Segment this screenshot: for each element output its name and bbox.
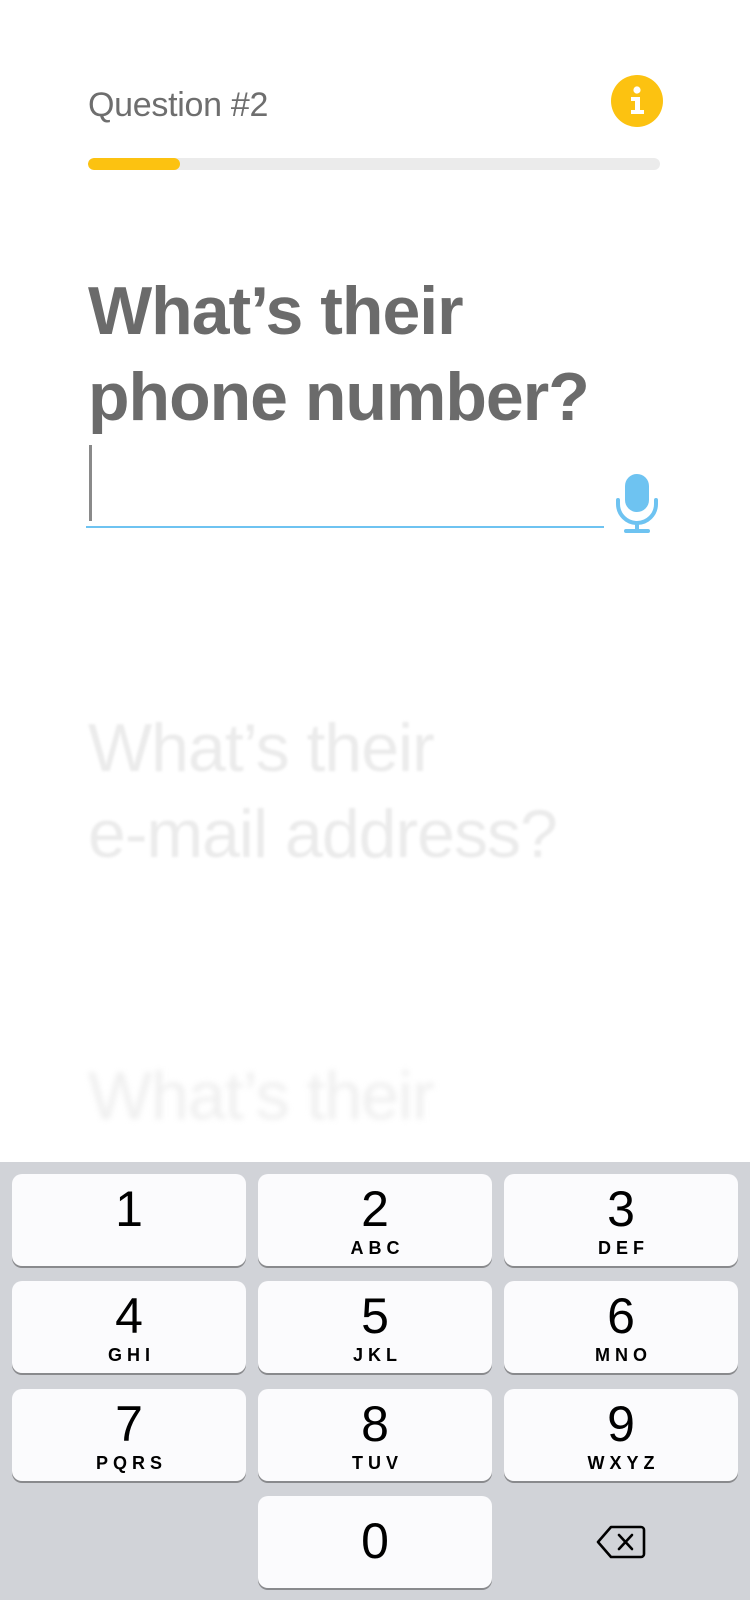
key-letters: ABC xyxy=(350,1238,405,1258)
key-letters: PQRS xyxy=(95,1453,167,1473)
key-digit: 8 xyxy=(361,1396,389,1452)
key-1[interactable]: 1 xyxy=(12,1174,246,1266)
key-digit: 9 xyxy=(607,1396,635,1452)
info-icon xyxy=(631,86,644,114)
key-3[interactable]: 3 DEF xyxy=(504,1174,738,1266)
phone-number-input[interactable] xyxy=(86,440,604,528)
current-question-line-1: What’s their xyxy=(88,273,464,349)
backspace-icon xyxy=(596,1525,646,1559)
next-question: What’s their e-mail address? xyxy=(88,705,688,877)
current-question: What’s their phone number? xyxy=(88,268,688,440)
key-4[interactable]: 4 GHI xyxy=(12,1281,246,1373)
key-letters: WXYZ xyxy=(587,1453,660,1473)
key-letters: MNO xyxy=(595,1345,652,1365)
key-letters: DEF xyxy=(598,1238,649,1258)
microphone-icon xyxy=(616,474,658,533)
key-letters: JKL xyxy=(352,1345,402,1365)
key-digit: 3 xyxy=(607,1181,635,1237)
next-question-line-1: What’s their xyxy=(88,710,435,786)
key-9[interactable]: 9 WXYZ xyxy=(504,1389,738,1481)
key-digit: 2 xyxy=(361,1181,389,1237)
microphone-button[interactable] xyxy=(614,472,660,534)
later-question: What’s their xyxy=(88,1053,688,1139)
key-2[interactable]: 2 ABC xyxy=(258,1174,492,1266)
key-digit: 0 xyxy=(361,1513,389,1569)
key-8[interactable]: 8 TUV xyxy=(258,1389,492,1481)
current-question-line-2: phone number? xyxy=(88,359,590,435)
text-caret xyxy=(89,445,92,521)
info-button[interactable] xyxy=(611,75,663,127)
question-number-label: Question #2 xyxy=(88,86,269,124)
key-0[interactable]: 0 xyxy=(258,1496,492,1588)
key-letters: GHI xyxy=(107,1345,155,1365)
key-digit: 1 xyxy=(115,1181,143,1237)
key-5[interactable]: 5 JKL xyxy=(258,1281,492,1373)
later-question-line-1: What’s their xyxy=(88,1058,435,1134)
delete-key[interactable] xyxy=(504,1496,738,1588)
key-6[interactable]: 6 MNO xyxy=(504,1281,738,1373)
key-digit: 7 xyxy=(115,1396,143,1452)
key-digit: 5 xyxy=(361,1288,389,1344)
key-7[interactable]: 7 PQRS xyxy=(12,1389,246,1481)
key-letters: TUV xyxy=(352,1453,403,1473)
progress-fill xyxy=(88,158,180,170)
next-question-line-2: e-mail address? xyxy=(88,796,558,872)
progress-bar xyxy=(88,158,660,170)
key-digit: 6 xyxy=(607,1288,635,1344)
key-digit: 4 xyxy=(115,1288,143,1344)
